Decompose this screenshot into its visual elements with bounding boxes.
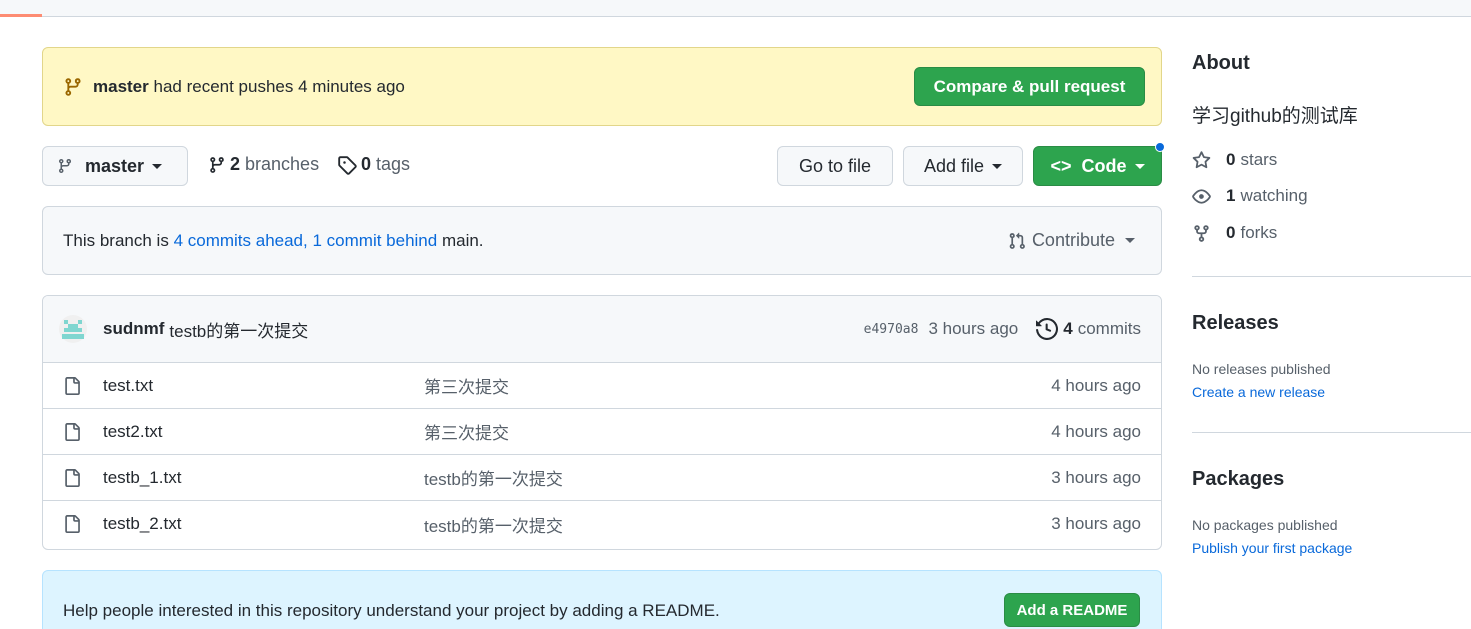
publish-package-link[interactable]: Publish your first package bbox=[1192, 540, 1352, 556]
file-name[interactable]: testb_1.txt bbox=[103, 468, 424, 488]
chevron-down-icon bbox=[152, 163, 163, 169]
packages-heading[interactable]: Packages bbox=[1192, 468, 1284, 491]
file-commit-time: 4 hours ago bbox=[1051, 375, 1141, 395]
current-branch-label: master bbox=[85, 155, 145, 176]
file-commit-time: 3 hours ago bbox=[1051, 467, 1141, 487]
git-branch-icon bbox=[210, 156, 224, 173]
commits-count: 4 bbox=[1063, 319, 1073, 338]
file-icon bbox=[63, 468, 83, 488]
go-to-file-button[interactable]: Go to file bbox=[777, 146, 893, 186]
recent-pushes-banner: master had recent pushes 4 minutes ago C… bbox=[42, 47, 1162, 126]
sidebar-divider bbox=[1192, 276, 1471, 277]
compare-pull-request-button[interactable]: Compare & pull request bbox=[914, 67, 1145, 106]
git-branch-icon bbox=[59, 158, 71, 174]
contribute-dropdown[interactable]: Contribute bbox=[1008, 230, 1141, 251]
chevron-down-icon bbox=[992, 163, 1003, 169]
pull-request-icon bbox=[1009, 232, 1025, 249]
stars-link[interactable]: 0 stars bbox=[1192, 150, 1277, 170]
stars-count: 0 bbox=[1226, 150, 1236, 169]
add-file-button[interactable]: Add file bbox=[903, 146, 1023, 186]
releases-heading[interactable]: Releases bbox=[1192, 312, 1279, 335]
avatar[interactable] bbox=[59, 315, 87, 343]
branch-select-button[interactable]: master bbox=[42, 146, 188, 186]
file-row[interactable]: testb_1.txt testb的第一次提交 3 hours ago bbox=[43, 455, 1161, 501]
file-row[interactable]: testb_2.txt testb的第一次提交 3 hours ago bbox=[43, 501, 1161, 547]
tags-count: 0 bbox=[361, 154, 372, 174]
watching-label: watching bbox=[1240, 186, 1308, 205]
file-name[interactable]: test.txt bbox=[103, 376, 424, 396]
packages-empty-text: No packages published bbox=[1192, 517, 1338, 533]
file-commit-message[interactable]: testb的第一次提交 bbox=[424, 512, 1051, 537]
forks-count: 0 bbox=[1226, 223, 1236, 242]
tags-label: tags bbox=[376, 154, 411, 174]
file-name[interactable]: testb_2.txt bbox=[103, 514, 424, 534]
commit-time: 3 hours ago bbox=[928, 319, 1019, 338]
file-row[interactable]: test2.txt 第三次提交 4 hours ago bbox=[43, 409, 1161, 455]
history-icon bbox=[1036, 318, 1059, 340]
add-file-label: Add file bbox=[923, 155, 985, 176]
git-branch-icon bbox=[63, 77, 83, 97]
branch-ahead-behind-box: This branch is 4 commits ahead, 1 commit… bbox=[42, 206, 1162, 275]
file-icon bbox=[63, 422, 83, 442]
watching-count: 1 bbox=[1226, 186, 1236, 205]
commits-label: commits bbox=[1077, 319, 1141, 338]
branches-link[interactable]: 2 branches bbox=[208, 154, 319, 175]
file-name[interactable]: test2.txt bbox=[103, 422, 424, 442]
file-icon bbox=[63, 514, 83, 534]
code-button[interactable]: <> Code bbox=[1033, 146, 1162, 186]
file-listing: sudnmf testb的第一次提交 e4970a8 3 hours ago 4… bbox=[42, 295, 1162, 550]
recent-pushes-text: had recent pushes 4 minutes ago bbox=[153, 76, 405, 96]
add-readme-button[interactable]: Add a README bbox=[1004, 593, 1140, 627]
about-heading: About bbox=[1192, 52, 1250, 74]
commits-behind-link[interactable]: 1 commit behind bbox=[312, 231, 437, 250]
ahead-behind-suffix: main. bbox=[441, 230, 484, 250]
branches-label: branches bbox=[245, 154, 320, 174]
ahead-behind-prefix: This branch is bbox=[63, 230, 169, 250]
commit-author[interactable]: sudnmf bbox=[103, 319, 164, 339]
commit-sha[interactable]: e4970a8 bbox=[864, 322, 919, 337]
tags-link[interactable]: 0 tags bbox=[337, 154, 410, 175]
branches-count: 2 bbox=[230, 154, 241, 174]
notification-dot bbox=[1155, 142, 1165, 152]
file-commit-message[interactable]: 第三次提交 bbox=[424, 419, 1051, 444]
top-nav-bar bbox=[0, 0, 1471, 17]
commits-ahead-link[interactable]: 4 commits ahead, bbox=[174, 231, 308, 250]
stars-label: stars bbox=[1240, 150, 1278, 169]
readme-prompt-text: Help people interested in this repositor… bbox=[63, 601, 720, 620]
forks-link[interactable]: 0 forks bbox=[1192, 223, 1277, 243]
forks-label: forks bbox=[1240, 223, 1278, 242]
latest-commit-bar: sudnmf testb的第一次提交 e4970a8 3 hours ago 4… bbox=[43, 296, 1161, 363]
repo-description: 学习github的测试库 bbox=[1192, 106, 1358, 127]
active-tab-underline bbox=[0, 14, 42, 17]
chevron-down-icon bbox=[1134, 163, 1145, 169]
eye-icon bbox=[1192, 188, 1211, 204]
pushed-branch-name[interactable]: master bbox=[93, 77, 149, 96]
releases-empty-text: No releases published bbox=[1192, 361, 1331, 377]
code-label: Code bbox=[1081, 155, 1127, 176]
watching-link[interactable]: 1 watching bbox=[1192, 186, 1308, 206]
star-icon bbox=[1192, 150, 1211, 168]
recent-pushes-message: master had recent pushes 4 minutes ago bbox=[93, 77, 914, 97]
file-icon bbox=[63, 376, 83, 396]
file-commit-message[interactable]: 第三次提交 bbox=[424, 373, 1051, 398]
create-release-link[interactable]: Create a new release bbox=[1192, 384, 1325, 400]
file-row[interactable]: test.txt 第三次提交 4 hours ago bbox=[43, 363, 1161, 409]
commit-message[interactable]: testb的第一次提交 bbox=[169, 317, 863, 342]
commits-history-link[interactable]: 4 commits bbox=[1036, 318, 1141, 340]
file-commit-time: 3 hours ago bbox=[1051, 514, 1141, 533]
readme-prompt: Help people interested in this repositor… bbox=[42, 570, 1162, 629]
file-commit-message[interactable]: testb的第一次提交 bbox=[424, 465, 1051, 490]
file-commit-time: 4 hours ago bbox=[1051, 421, 1141, 441]
chevron-down-icon bbox=[1125, 238, 1135, 243]
fork-icon bbox=[1194, 224, 1209, 242]
sidebar-divider bbox=[1192, 432, 1471, 433]
contribute-label: Contribute bbox=[1031, 230, 1115, 250]
tag-icon bbox=[338, 155, 357, 175]
ahead-behind-text: This branch is 4 commits ahead, 1 commit… bbox=[63, 231, 1008, 251]
code-icon: <> bbox=[1050, 155, 1072, 176]
